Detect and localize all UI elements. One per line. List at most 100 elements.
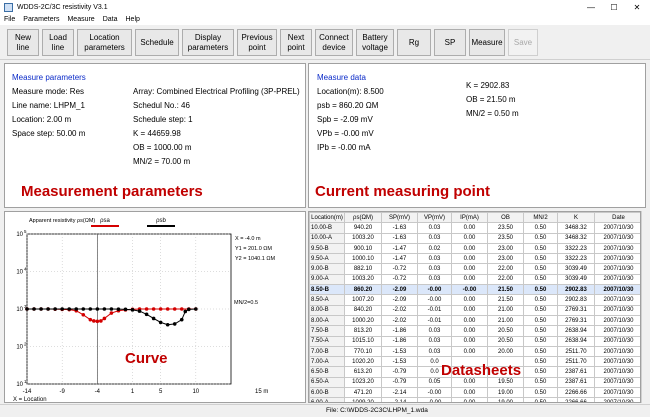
table-cell[interactable]: 0.00 [451, 335, 488, 347]
table-cell[interactable]: 2007/10/30 [594, 253, 640, 265]
table-cell[interactable]: 0.00 [451, 314, 488, 327]
table-cell[interactable]: -0.00 [417, 397, 452, 402]
table-cell[interactable]: 1015.10 [344, 335, 382, 347]
table-cell[interactable]: 860.20 [344, 284, 382, 296]
table-cell[interactable]: 2638.94 [557, 335, 595, 347]
table-cell[interactable]: 8.50-B [309, 284, 345, 296]
table-cell[interactable]: 0.50 [523, 376, 558, 389]
table-cell[interactable]: 1009.20 [344, 397, 382, 402]
table-cell[interactable]: 0.00 [451, 304, 488, 316]
table-cell[interactable]: -1.63 [381, 222, 418, 234]
table-cell[interactable]: 2007/10/30 [594, 232, 640, 244]
table-cell[interactable]: 0.03 [417, 335, 452, 347]
table-cell[interactable]: 23.00 [487, 253, 524, 265]
table-cell[interactable]: 2007/10/30 [594, 397, 640, 402]
table-row[interactable]: 7.50-A 1015.10 -1.86 0.03 0.00 20.50 0.50 2638.… [309, 335, 640, 347]
table-cell[interactable]: -0.00 [417, 294, 452, 306]
column-header[interactable]: Location(m) [309, 212, 345, 224]
table-cell[interactable]: 7.00-A [309, 356, 345, 368]
table-cell[interactable]: 8.50-A [309, 294, 345, 306]
table-row[interactable]: 9.50-B 900.10 -1.47 0.02 0.00 23.00 0.50 3322.2… [309, 242, 640, 255]
column-header[interactable]: IP(mA) [451, 212, 488, 224]
datasheet-scrollbar[interactable] [641, 211, 650, 403]
table-cell[interactable]: 20.50 [487, 325, 524, 337]
table-cell[interactable]: 0.03 [417, 232, 452, 244]
table-cell[interactable]: 10.00-A [309, 232, 345, 244]
table-row[interactable]: 8.00-B 840.20 -2.02 -0.01 0.00 21.00 0.50 2769.… [309, 304, 640, 316]
location-parameters-button[interactable]: Location parameters [77, 29, 132, 56]
table-cell[interactable]: 0.00 [451, 325, 488, 337]
table-cell[interactable]: 2007/10/30 [594, 376, 640, 389]
battery-voltage-button[interactable]: Battery voltage [356, 29, 394, 56]
table-cell[interactable]: 0.50 [523, 232, 558, 244]
table-cell[interactable]: 1020.20 [344, 356, 382, 368]
table-cell[interactable]: -2.14 [381, 387, 418, 399]
table-cell[interactable]: 840.20 [344, 304, 382, 316]
table-cell[interactable]: 19.00 [487, 397, 524, 402]
column-header[interactable]: VP(mV) [417, 212, 452, 224]
table-cell[interactable]: 0.50 [523, 294, 558, 306]
table-row[interactable]: 10.00-B 940.20 -1.63 0.03 0.00 23.50 0.50 3468.… [309, 222, 640, 234]
table-cell[interactable]: 23.50 [487, 222, 524, 234]
table-cell[interactable]: -2.09 [381, 294, 418, 306]
table-cell[interactable]: -1.86 [381, 325, 418, 337]
table-cell[interactable]: 23.50 [487, 232, 524, 244]
table-cell[interactable]: -1.47 [381, 242, 418, 255]
table-cell[interactable]: 0.50 [523, 345, 558, 358]
table-cell[interactable]: 2511.70 [557, 356, 595, 368]
table-cell[interactable]: 0.00 [451, 222, 488, 234]
table-cell[interactable]: 6.50-B [309, 366, 345, 378]
table-cell[interactable]: 0.00 [451, 345, 488, 358]
table-cell[interactable]: 8.00-B [309, 304, 345, 316]
menu-help[interactable]: Help [122, 16, 144, 23]
table-cell[interactable]: -0.00 [451, 284, 488, 296]
load-line-button[interactable]: Load line [42, 29, 74, 56]
table-cell[interactable]: -0.72 [381, 263, 418, 275]
table-cell[interactable]: 2902.83 [557, 284, 595, 296]
table-cell[interactable]: 0.03 [417, 345, 452, 358]
table-cell[interactable]: 770.10 [344, 345, 382, 358]
column-header[interactable]: OB [487, 212, 524, 224]
table-cell[interactable]: 3039.49 [557, 263, 595, 275]
measure-button[interactable]: Measure [469, 29, 505, 56]
table-cell[interactable]: 900.10 [344, 242, 382, 255]
table-cell[interactable]: -0.00 [417, 284, 452, 296]
schedule-button[interactable]: Schedule [135, 29, 179, 56]
table-cell[interactable]: 9.00-B [309, 263, 345, 275]
table-cell[interactable]: 0.03 [417, 222, 452, 234]
menu-measure[interactable]: Measure [63, 16, 98, 23]
table-cell[interactable]: -1.63 [381, 232, 418, 244]
table-cell[interactable]: -1.53 [381, 345, 418, 358]
table-cell[interactable]: 2007/10/30 [594, 284, 640, 296]
table-cell[interactable]: -1.47 [381, 253, 418, 265]
table-cell[interactable]: -0.72 [381, 273, 418, 286]
connect-device-button[interactable]: Connect device [315, 29, 353, 56]
table-row[interactable]: 9.50-A 1000.10 -1.47 0.03 0.00 23.00 0.50 3322.… [309, 253, 640, 265]
table-cell[interactable]: 0.03 [417, 263, 452, 275]
table-row[interactable]: 9.00-A 1003.20 -0.72 0.03 0.00 22.00 0.50 3039.… [309, 273, 640, 286]
table-cell[interactable]: 1003.20 [344, 232, 382, 244]
datasheet-grid[interactable]: Location(m) ρs(ΩM) SP(mV) VP(mV) IP(mA) OB MN/… [308, 211, 641, 403]
table-cell[interactable]: -0.79 [381, 366, 418, 378]
table-cell[interactable]: 0.00 [451, 263, 488, 275]
table-cell[interactable]: 2007/10/30 [594, 304, 640, 316]
table-cell[interactable]: 0.50 [523, 304, 558, 316]
column-header[interactable]: ρs(ΩM) [344, 212, 382, 224]
table-cell[interactable]: 8.00-A [309, 314, 345, 327]
table-cell[interactable]: 2007/10/30 [594, 263, 640, 275]
table-row[interactable]: 7.00-B 770.10 -1.53 0.03 0.00 20.00 0.50 2511.7… [309, 345, 640, 358]
table-cell[interactable]: 21.50 [487, 294, 524, 306]
table-cell[interactable]: 0.03 [417, 273, 452, 286]
table-cell[interactable]: 2007/10/30 [594, 325, 640, 337]
table-cell[interactable]: -1.86 [381, 335, 418, 347]
table-cell[interactable]: 0.00 [451, 294, 488, 306]
table-cell[interactable]: 2007/10/30 [594, 222, 640, 234]
table-cell[interactable]: 813.20 [344, 325, 382, 337]
menu-file[interactable]: File [0, 16, 19, 23]
table-cell[interactable]: -0.01 [417, 304, 452, 316]
table-cell[interactable]: 2387.61 [557, 366, 595, 378]
new-line-button[interactable]: New line [7, 29, 39, 56]
table-cell[interactable]: 0.00 [451, 253, 488, 265]
table-cell[interactable]: -0.00 [417, 387, 452, 399]
table-cell[interactable]: 2511.70 [557, 345, 595, 358]
